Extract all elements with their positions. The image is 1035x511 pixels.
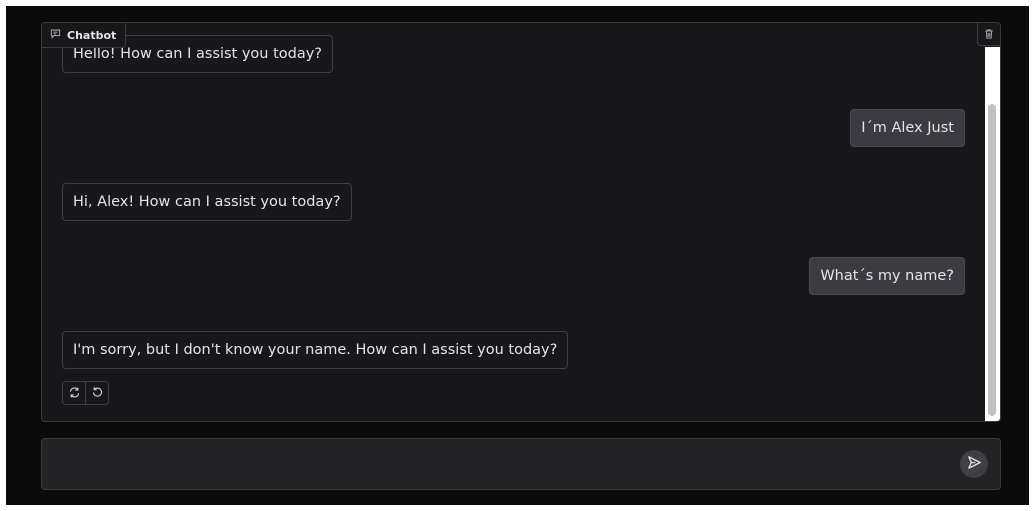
chat-icon [50,28,61,42]
chatbot-label-text: Chatbot [67,28,117,42]
undo-button[interactable] [85,382,108,404]
message-text: Hello! How can I assist you today? [73,46,323,62]
retry-button[interactable] [63,382,85,404]
message-input-container [41,438,1001,490]
retry-icon [68,384,81,403]
chatbot-panel: Chatbot Hello! How can I assist you toda… [41,22,1001,422]
user-message: I´m Alex Just [850,109,965,147]
message-input[interactable] [54,451,938,477]
user-message: What´s my name? [809,257,965,295]
message-text: What´s my name? [820,268,954,284]
clear-chat-button[interactable] [977,23,1000,46]
message-text: Hi, Alex! How can I assist you today? [73,194,341,210]
message-text: I´m Alex Just [861,120,954,136]
send-button[interactable] [960,450,988,478]
scrollbar-thumb[interactable] [988,104,996,416]
bot-message: I'm sorry, but I don't know your name. H… [62,331,569,369]
send-icon [967,455,982,474]
app-frame: Chatbot Hello! How can I assist you toda… [6,6,1029,505]
bot-message: Hi, Alex! How can I assist you today? [62,183,352,221]
undo-icon [91,384,104,403]
message-text: I'm sorry, but I don't know your name. H… [73,342,558,358]
message-actions [62,381,109,405]
trash-icon [983,25,995,44]
chatbot-label: Chatbot [42,23,127,48]
scrollbar[interactable] [985,47,1000,421]
